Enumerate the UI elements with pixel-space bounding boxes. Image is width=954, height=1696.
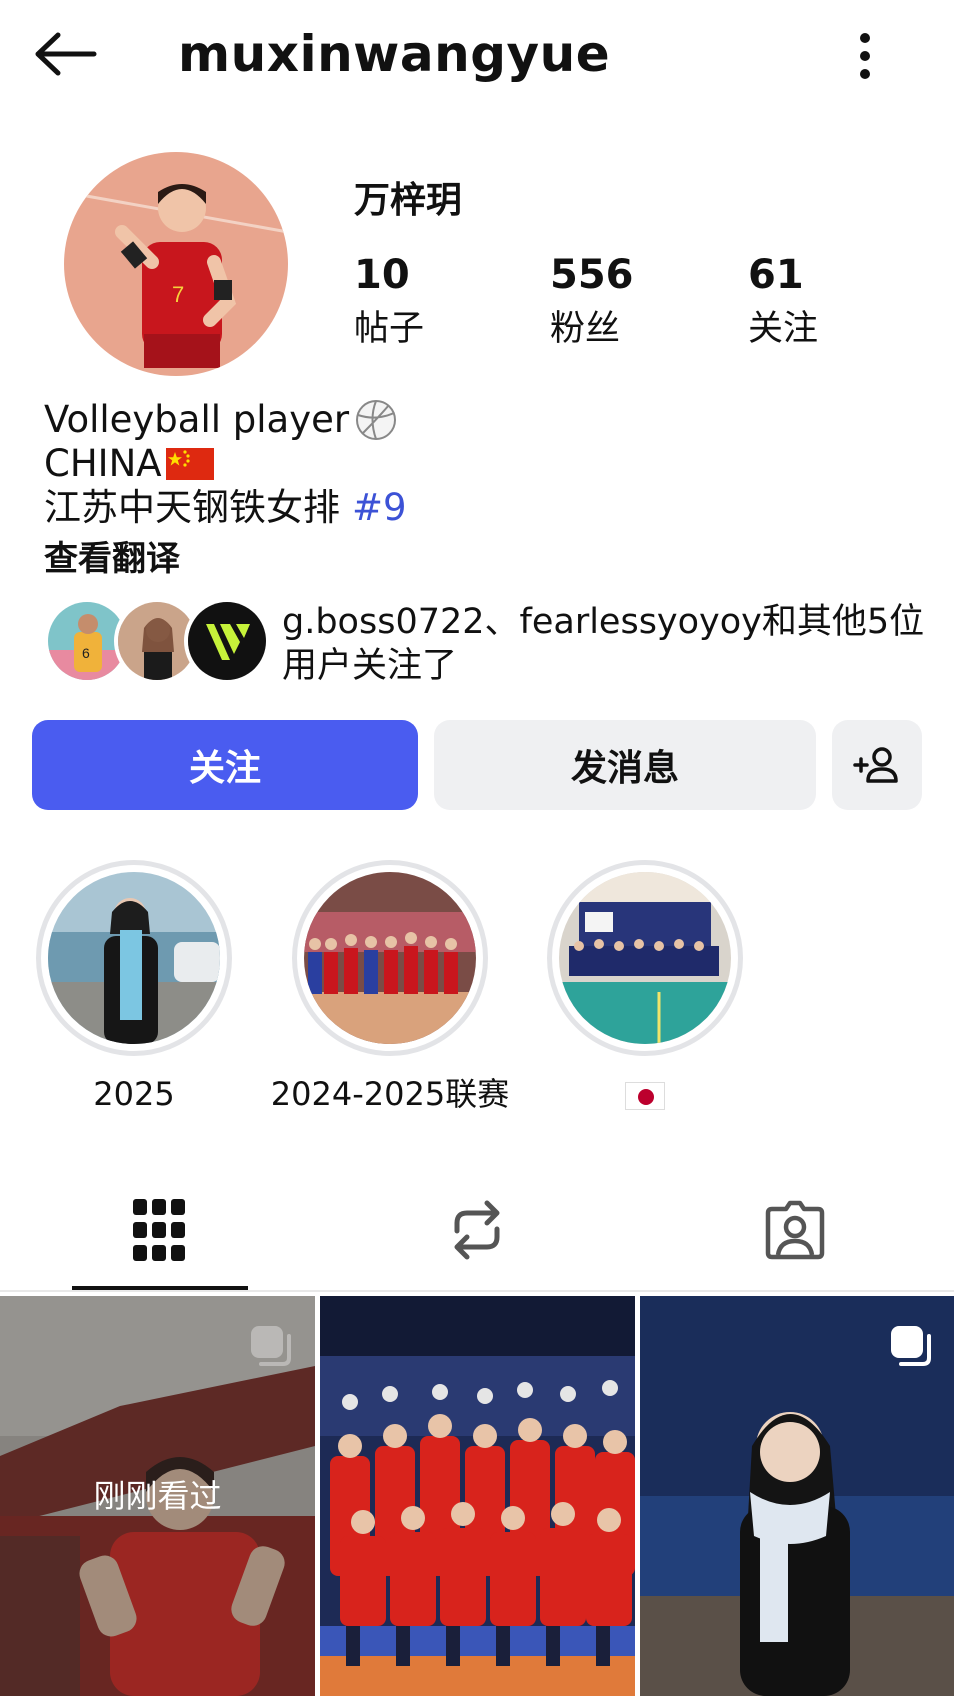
stat-followers[interactable]: 556 粉丝 (550, 250, 710, 354)
mutual-followers-text: g.boss0722、fearlessyoyoy和其他5位用户关注了 (282, 602, 925, 686)
message-button[interactable]: 发消息 (434, 720, 816, 810)
highlight-ring (547, 860, 743, 1056)
bio-line-1-text: Volleyball player (44, 398, 350, 441)
highlight-label (495, 1072, 795, 1116)
arrow-left-icon (35, 32, 97, 76)
highlight-ring (292, 860, 488, 1056)
profile-bio: Volleyball player CHINA 江苏中天钢铁女排 #9 (44, 398, 924, 530)
mutual-follower-avatar (184, 598, 270, 684)
stat-posts[interactable]: 10 帖子 (354, 250, 514, 354)
stat-posts-label: 帖子 (354, 309, 425, 349)
post-thumbnail[interactable]: 刚刚看过 (0, 1296, 315, 1696)
bio-line-1: Volleyball player (44, 398, 924, 442)
multi-post-icon (891, 1326, 931, 1366)
china-flag-icon (165, 448, 214, 480)
suggest-users-button[interactable] (832, 720, 922, 810)
profile-avatar[interactable]: 7 (64, 152, 288, 376)
multi-post-icon (251, 1326, 291, 1366)
post-thumbnail[interactable] (640, 1296, 954, 1696)
avatar-photo: 7 (64, 152, 288, 376)
highlight-cover (48, 872, 220, 1044)
stat-followers-label: 粉丝 (550, 309, 621, 349)
bio-line-3-text: 江苏中天钢铁女排 (44, 486, 340, 529)
grid-icon (133, 1199, 185, 1261)
tab-tagged[interactable] (636, 1170, 954, 1290)
svg-text:7: 7 (172, 282, 184, 307)
stat-followers-count: 556 (550, 252, 634, 298)
highlight-cover (559, 872, 731, 1044)
svg-text:6: 6 (82, 645, 90, 661)
volleyball-icon (356, 400, 397, 440)
bio-line-3: 江苏中天钢铁女排 #9 (44, 486, 924, 530)
top-bar: muxinwangyue (0, 0, 954, 110)
see-translation-link[interactable]: 查看翻译 (44, 536, 180, 582)
profile-username: muxinwangyue (178, 25, 611, 83)
story-highlight[interactable]: 2025 (24, 860, 244, 1120)
post-image (320, 1296, 635, 1696)
highlight-cover (304, 872, 476, 1044)
tagged-person-icon (765, 1200, 825, 1260)
tab-posts-grid[interactable] (0, 1170, 318, 1290)
stat-following-count: 61 (748, 252, 804, 298)
recently-viewed-label: 刚刚看过 (93, 1477, 222, 1515)
stat-posts-count: 10 (354, 252, 410, 298)
post-thumbnail[interactable] (320, 1296, 635, 1696)
more-vertical-icon (860, 33, 870, 79)
back-button[interactable] (30, 26, 102, 82)
add-user-icon (853, 747, 898, 783)
japan-flag-icon (625, 1082, 665, 1110)
bio-line-2: CHINA (44, 442, 924, 486)
follow-button[interactable]: 关注 (32, 720, 418, 810)
repost-icon (454, 1200, 500, 1260)
bio-hashtag-link[interactable]: #9 (352, 486, 407, 530)
story-highlight[interactable]: 2024-2025联赛 (271, 860, 509, 1120)
highlight-ring (36, 860, 232, 1056)
tabs-divider (0, 1290, 954, 1292)
more-options-button[interactable] (840, 26, 890, 86)
tab-reposts[interactable] (318, 1170, 636, 1290)
mutual-followers[interactable]: 6 g.boss0722、fearlessyoyoy和其他5位用户关注了 (44, 596, 924, 686)
bio-line-2-text: CHINA (44, 442, 162, 485)
posts-grid: 刚刚看过 (0, 1296, 954, 1696)
display-name: 万梓玥 (354, 180, 463, 221)
stat-following[interactable]: 61 关注 (748, 250, 908, 354)
profile-tabs (0, 1170, 954, 1291)
story-highlight[interactable] (535, 860, 755, 1120)
stat-following-label: 关注 (748, 309, 819, 349)
